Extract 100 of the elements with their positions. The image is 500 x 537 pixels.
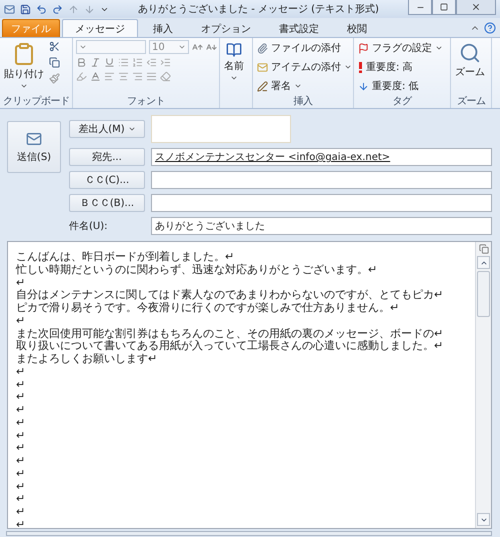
body-line: ↵ xyxy=(16,493,26,506)
align-left-icon xyxy=(104,71,115,82)
body-line: 自分はメンテナンスに関してはド素人なのであまりわからないのですが、とてもピカ↵ xyxy=(16,289,444,302)
outdent-icon xyxy=(146,57,157,68)
recipient-button[interactable]: ＣＣ(C)... xyxy=(69,171,145,189)
envelope-icon xyxy=(257,62,268,72)
align-right-icon xyxy=(132,71,143,82)
insert-menu-button[interactable]: アイテムの添付 xyxy=(256,59,353,75)
flag-icon xyxy=(358,42,369,54)
undo-icon xyxy=(36,4,47,14)
ribbon-tab[interactable]: 書式設定 xyxy=(266,19,332,37)
paintbrush-icon xyxy=(49,73,60,84)
bold-icon xyxy=(76,57,87,68)
body-line: またよろしくお願いします↵ xyxy=(16,353,158,366)
italic-icon xyxy=(90,57,101,68)
names-button[interactable]: 名前 xyxy=(223,40,245,106)
up-arrow-icon xyxy=(68,4,79,14)
minimize-button[interactable] xyxy=(408,0,432,15)
input-field[interactable]: ありがとうございました xyxy=(151,217,492,235)
pages-icon xyxy=(478,244,488,254)
highlighter-icon xyxy=(76,71,87,82)
body-line: ↵ xyxy=(16,276,26,289)
body-line: 取り扱いについて書いてある用紙が入っていて工場長さんの心遣いに感動しました。↵ xyxy=(16,340,444,353)
zoom-button[interactable]: ズーム xyxy=(454,40,486,94)
copy-icon xyxy=(49,57,60,68)
align-center-icon xyxy=(118,71,129,82)
field-value: スノボメンテナンスセンター <info@gaia-ex.net> xyxy=(155,151,390,164)
caret-icon xyxy=(20,82,28,90)
envelope-icon xyxy=(26,130,42,146)
scrollbar[interactable] xyxy=(475,242,491,528)
ribbon-tab[interactable]: 挿入 xyxy=(140,19,186,37)
copy-button[interactable] xyxy=(48,56,61,69)
body-line: ↵ xyxy=(16,314,26,328)
scroll-up-button[interactable] xyxy=(477,256,490,269)
caret-icon xyxy=(294,82,302,90)
from-field[interactable] xyxy=(151,115,291,143)
scroll-down-button[interactable] xyxy=(477,513,490,526)
body-line: ↵ xyxy=(16,480,26,494)
body-line: また次回使用可能な割引券はもちろんのこと、その用紙の裏のメッセージ、ボードの↵ xyxy=(16,328,444,340)
down-arrow-icon xyxy=(358,80,369,92)
ribbon-tab[interactable]: メッセージ xyxy=(62,19,138,37)
body-line: ↵ xyxy=(16,416,26,430)
exclamation-icon xyxy=(358,62,363,72)
recipient-button[interactable]: ＢＣＣ(B)... xyxy=(69,194,145,212)
ribbon-tab[interactable]: 校閲 xyxy=(334,19,380,37)
font-name-field[interactable] xyxy=(76,40,146,54)
body-line: こんばんは、昨日ボードが到着しました。↵ xyxy=(16,251,236,264)
maximize-icon xyxy=(440,3,448,11)
input-field[interactable]: スノボメンテナンスセンター <info@gaia-ex.net> xyxy=(151,148,492,166)
font-color-icon xyxy=(90,71,101,82)
group-label: ズーム xyxy=(456,96,486,108)
grow-font-icon xyxy=(192,42,203,52)
app-icon xyxy=(4,4,15,14)
maximize-button[interactable] xyxy=(432,0,456,15)
body-line: ↵ xyxy=(16,518,26,528)
caret-icon xyxy=(128,125,136,133)
send-button[interactable]: 送信(S) xyxy=(7,121,61,173)
numbering-icon xyxy=(132,57,143,68)
body-line: ↵ xyxy=(16,506,26,519)
redo-icon xyxy=(52,4,63,14)
body-line: ピカで滑り易そうです。今夜滑りに行くのですが楽しみで仕方ありません。↵ xyxy=(16,302,400,315)
body-line: ↵ xyxy=(16,378,26,392)
tag-button[interactable]: 重要度: 高 xyxy=(357,59,444,75)
recipient-button[interactable]: 宛先... xyxy=(69,148,145,166)
tag-button[interactable]: 重要度: 低 xyxy=(357,78,444,94)
insert-menu-button[interactable]: ファイルの添付 xyxy=(256,40,353,56)
body-line: ↵ xyxy=(16,455,26,468)
clipboard-icon xyxy=(12,42,36,66)
down-arrow-icon xyxy=(84,4,95,14)
magnifier-icon xyxy=(459,42,481,64)
pen-icon xyxy=(257,80,268,92)
eraser-icon xyxy=(160,71,171,82)
from-button[interactable]: 差出人(M) xyxy=(69,120,145,138)
caret-icon xyxy=(435,44,443,52)
caret-icon xyxy=(230,74,238,82)
close-button[interactable] xyxy=(456,0,496,15)
shrink-font-icon xyxy=(206,42,217,52)
paste-button[interactable]: 貼り付け xyxy=(3,40,45,94)
window-title: ありがとうございました - メッセージ (テキスト形式) xyxy=(137,2,380,16)
ribbon-tab[interactable]: オプション xyxy=(188,19,264,37)
scroll-thumb[interactable] xyxy=(477,271,490,317)
cut-button[interactable] xyxy=(48,40,61,53)
paperclip-icon xyxy=(257,42,268,54)
bullets-icon xyxy=(118,57,129,68)
body-line: ↵ xyxy=(16,468,26,480)
indent-icon xyxy=(160,57,171,68)
justify-icon xyxy=(146,71,157,82)
input-field[interactable] xyxy=(151,171,492,189)
scissors-icon xyxy=(49,41,60,52)
message-body[interactable] xyxy=(7,241,492,529)
body-line: 忙しい時期だというのに関わらず、迅速な対応ありがとうございます。↵ xyxy=(16,264,378,276)
save-icon xyxy=(20,4,31,14)
field-label: 件名(U): xyxy=(69,220,108,233)
body-line: ↵ xyxy=(16,442,26,455)
tag-button[interactable]: フラグの設定 xyxy=(357,40,444,56)
input-field[interactable] xyxy=(151,194,492,212)
body-line: ↵ xyxy=(16,430,26,442)
field-value: ありがとうございました xyxy=(155,220,265,233)
help-icon xyxy=(484,22,496,34)
insert-menu-button[interactable]: 署名 xyxy=(256,78,353,94)
